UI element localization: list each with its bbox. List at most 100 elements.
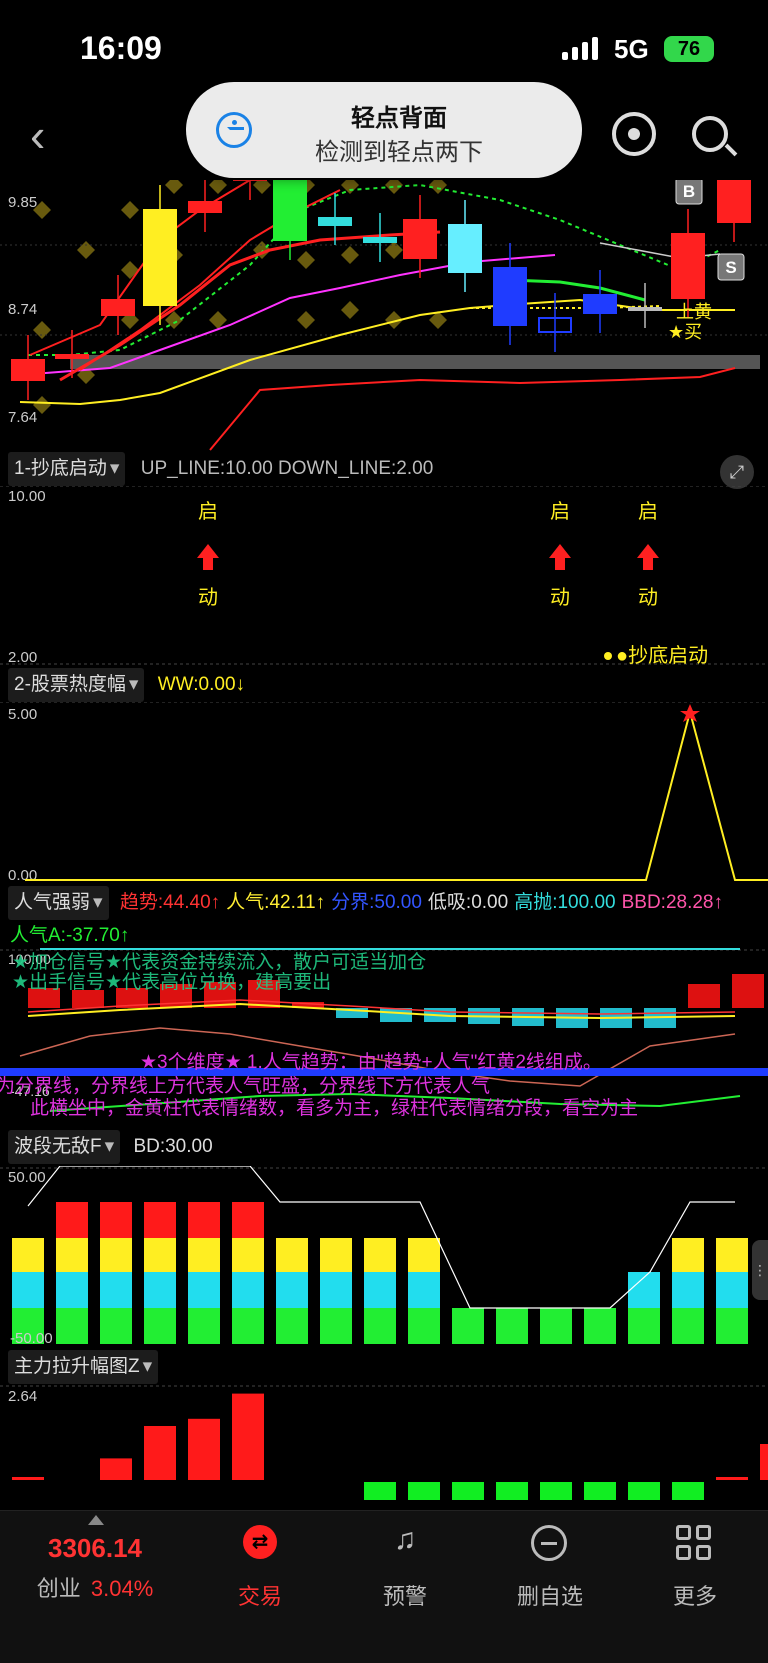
main-force-bar [100, 1458, 132, 1480]
diamond-marker [121, 261, 139, 279]
diamond-marker [341, 301, 359, 319]
wave-bar-segment [56, 1272, 88, 1308]
b-marker[interactable]: B [675, 180, 703, 205]
toast-subtitle: 检测到轻点两下 [315, 139, 483, 166]
signal-move-label: 动 [638, 586, 658, 609]
panel5-selector[interactable]: 主力拉升幅图Z [8, 1350, 159, 1384]
tab-remove-watchlist[interactable]: 删自选 [475, 1511, 625, 1631]
strength-bar [688, 984, 720, 1008]
wave-bar-segment [12, 1272, 44, 1308]
wave-bar-segment [188, 1272, 220, 1308]
candle [628, 307, 662, 311]
overlay-bottom-b: 此横坐中，金黄柱代表情绪数，看多为主，绿柱代表情绪分段，看空为主 [30, 1097, 638, 1119]
panel5-chart[interactable]: 2.64 [0, 1384, 768, 1510]
price-chart[interactable]: 9.85 8.74 7.64 B S 上黄 ★买 [0, 180, 768, 455]
back-button[interactable]: ‹ [30, 108, 45, 162]
panel1-selector[interactable]: 1-抄底启动 [8, 452, 126, 486]
main-force-bar [540, 1482, 572, 1500]
tab-trade[interactable]: ⇄ 交易 [185, 1511, 335, 1631]
wave-bar-segment [540, 1308, 572, 1344]
bell-icon: ♫ [393, 1523, 417, 1556]
price-ytick-high: 9.85 [8, 194, 37, 211]
panel2-header: 2-股票热度幅 WW:0.00↓ [0, 668, 768, 702]
price-ytick-mid: 8.74 [8, 301, 37, 318]
wave-bar-segment [716, 1238, 748, 1272]
main-force-bar [232, 1393, 264, 1480]
panel1-chart[interactable]: 10.00 2.00 启动启动启动启动 ●抄底启动 [0, 486, 768, 666]
diamond-marker [33, 321, 51, 339]
candle [448, 224, 482, 273]
panel4-chart[interactable]: 50.00 -50.00 [0, 1166, 768, 1346]
battery-icon: 76 [664, 36, 714, 62]
status-time: 16:09 [80, 30, 162, 66]
overlay-top-a: ★加仓信号★代表资金持续流入，散户可适当加仓 [12, 951, 426, 973]
candle [188, 201, 222, 213]
main-force-bar [188, 1418, 220, 1480]
wave-bar-segment [364, 1308, 396, 1344]
wave-bar-segment [100, 1308, 132, 1344]
s-marker-label: S [725, 258, 736, 277]
tab-more[interactable]: 更多 [620, 1511, 768, 1631]
wave-bar-segment [232, 1202, 264, 1238]
overlay-mid: ★3个维度★ 1.人气趋势：由"趋势+人气"红黄2线组成。 [140, 1051, 602, 1073]
index-name: 创业 [36, 1576, 81, 1601]
panel1-params: UP_LINE:10.00 DOWN_LINE:2.00 [140, 458, 434, 479]
signal-icon [562, 36, 598, 60]
wave-bar-segment [276, 1272, 308, 1308]
strength-bar [732, 974, 764, 1008]
panel3-selector[interactable]: 人气强弱 [8, 886, 109, 920]
wave-bar-segment [716, 1272, 748, 1308]
b-marker-label: B [683, 182, 695, 201]
network-label: 5G [614, 34, 649, 64]
collapse-arrow-icon[interactable] [88, 1515, 104, 1525]
main-force-bar [144, 1426, 176, 1480]
wave-bar-segment [188, 1238, 220, 1272]
wave-bar-segment [496, 1308, 528, 1344]
main-force-bar [12, 1477, 44, 1480]
expand-icon[interactable]: ⤢ [720, 455, 754, 489]
panel2-chart[interactable]: 5.00 0.00 [0, 702, 768, 882]
overlay-top-b: ★出手信号★代表高位兑换，建高要出 [12, 971, 331, 993]
mascot-icon[interactable] [612, 112, 656, 156]
signal-start-label: 启 [638, 500, 658, 523]
diamond-marker [209, 180, 227, 194]
tab-alert[interactable]: ♫ 预警 [330, 1511, 480, 1631]
panel2-ww: WW:0.00↓ [157, 674, 246, 695]
candle [101, 299, 135, 316]
panel3-chart[interactable]: 100.00 -47.16 ★加仓信号★代表资金持续流入，散户可适当加仓 ★出手… [0, 946, 768, 1126]
wave-bar-segment [100, 1272, 132, 1308]
indicator-label: 高抛:100.00 [514, 892, 616, 913]
diamond-marker [341, 246, 359, 264]
candle [583, 294, 617, 314]
grid-icon [676, 1525, 712, 1561]
side-handle[interactable]: ⋮ [752, 1240, 768, 1300]
ma-green [509, 278, 646, 302]
s-marker[interactable]: S [717, 253, 745, 281]
wave-bar-segment [232, 1308, 264, 1344]
tab-more-label: 更多 [672, 1584, 717, 1609]
wave-bar-segment [452, 1308, 484, 1344]
search-icon[interactable] [692, 116, 728, 152]
signal-move-label: 动 [550, 586, 570, 609]
wave-bar-segment [672, 1272, 704, 1308]
candle [671, 233, 705, 299]
index-value[interactable]: 3306.14 [0, 1533, 190, 1564]
wave-bar-segment [672, 1308, 704, 1344]
price-diamond-grid [33, 180, 447, 414]
wave-bar-segment [716, 1308, 748, 1344]
panel4-selector[interactable]: 波段无敌F [8, 1130, 121, 1164]
panel1-legend: ●抄底启动 [616, 644, 708, 666]
minus-circle-icon [531, 1525, 567, 1561]
main-force-bar [760, 1444, 768, 1480]
back-tap-toast[interactable]: 轻点背面 检测到轻点两下 [186, 82, 582, 178]
tab-trade-label: 交易 [237, 1584, 282, 1609]
panel1-legend-dot [604, 652, 612, 660]
candle [493, 267, 527, 326]
index-row[interactable]: 创业 3.04% [0, 1571, 190, 1603]
panel4-bd: BD:30.00 [133, 1136, 213, 1157]
candle [318, 217, 352, 226]
wave-bar-segment [232, 1238, 264, 1272]
index-change: 3.04% [90, 1576, 154, 1601]
panel2-selector[interactable]: 2-股票热度幅 [8, 668, 145, 702]
wave-bar-segment [320, 1272, 352, 1308]
